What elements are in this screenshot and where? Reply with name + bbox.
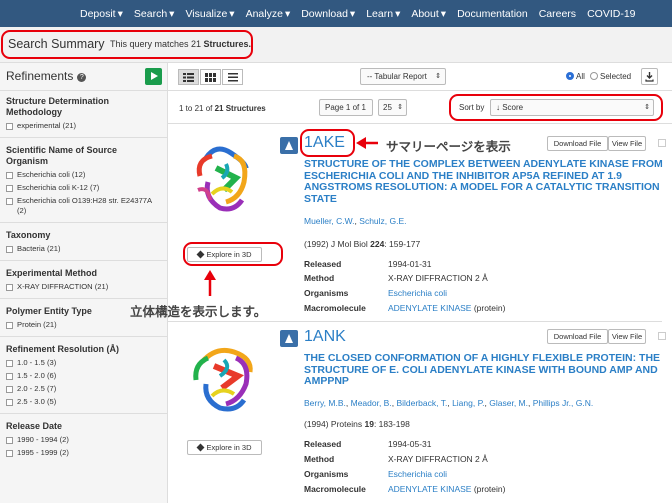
structure-3d-annotation: 立体構造を表示します。: [130, 305, 267, 319]
summary-page-annotation: サマリーページを表示: [386, 140, 511, 154]
annotation-arrows: [204, 137, 378, 296]
arrowhead-to-explore: [204, 270, 216, 280]
arrowhead-to-pdb-id: [356, 137, 366, 149]
